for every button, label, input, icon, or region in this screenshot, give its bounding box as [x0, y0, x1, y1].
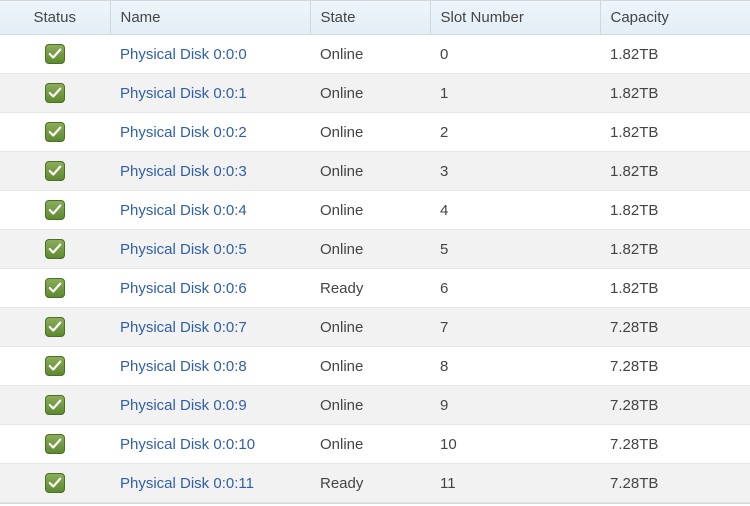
checkmark-icon	[45, 278, 65, 298]
checkmark-icon	[45, 434, 65, 454]
disk-slot-number: 7	[430, 308, 600, 347]
disk-slot-number: 4	[430, 191, 600, 230]
status-cell	[0, 113, 110, 152]
disk-name-link[interactable]: Physical Disk 0:0:11	[110, 464, 310, 503]
checkmark-icon	[45, 317, 65, 337]
column-header-name[interactable]: Name	[110, 1, 310, 35]
table-row[interactable]: Physical Disk 0:0:1Online11.82TB	[0, 74, 750, 113]
status-cell	[0, 386, 110, 425]
disk-name-link[interactable]: Physical Disk 0:0:4	[110, 191, 310, 230]
disk-name-link[interactable]: Physical Disk 0:0:1	[110, 74, 310, 113]
status-cell	[0, 191, 110, 230]
disk-name-link[interactable]: Physical Disk 0:0:5	[110, 230, 310, 269]
disk-slot-number: 2	[430, 113, 600, 152]
table-row[interactable]: Physical Disk 0:0:10Online107.28TB	[0, 425, 750, 464]
disk-capacity: 1.82TB	[600, 152, 750, 191]
disk-state: Online	[310, 152, 430, 191]
disk-capacity: 1.82TB	[600, 191, 750, 230]
disk-name-link[interactable]: Physical Disk 0:0:10	[110, 425, 310, 464]
disk-capacity: 1.82TB	[600, 74, 750, 113]
table-row[interactable]: Physical Disk 0:0:2Online21.82TB	[0, 113, 750, 152]
disk-name-link[interactable]: Physical Disk 0:0:7	[110, 308, 310, 347]
checkmark-icon	[45, 83, 65, 103]
disk-name-link[interactable]: Physical Disk 0:0:9	[110, 386, 310, 425]
column-header-capacity[interactable]: Capacity	[600, 1, 750, 35]
disk-slot-number: 0	[430, 35, 600, 74]
checkmark-icon	[45, 200, 65, 220]
status-cell	[0, 230, 110, 269]
disk-slot-number: 1	[430, 74, 600, 113]
status-cell	[0, 425, 110, 464]
disk-capacity: 7.28TB	[600, 464, 750, 503]
disk-capacity: 1.82TB	[600, 230, 750, 269]
disk-state: Online	[310, 35, 430, 74]
disk-slot-number: 11	[430, 464, 600, 503]
table-row[interactable]: Physical Disk 0:0:6Ready61.82TB	[0, 269, 750, 308]
disk-state: Ready	[310, 269, 430, 308]
disk-capacity: 1.82TB	[600, 35, 750, 74]
disk-state: Online	[310, 191, 430, 230]
checkmark-icon	[45, 473, 65, 493]
disk-capacity: 1.82TB	[600, 113, 750, 152]
status-cell	[0, 464, 110, 503]
disk-capacity: 7.28TB	[600, 386, 750, 425]
table-row[interactable]: Physical Disk 0:0:4Online41.82TB	[0, 191, 750, 230]
disk-capacity: 1.82TB	[600, 269, 750, 308]
disk-state: Online	[310, 386, 430, 425]
table-row[interactable]: Physical Disk 0:0:7Online77.28TB	[0, 308, 750, 347]
checkmark-icon	[45, 239, 65, 259]
checkmark-icon	[45, 44, 65, 64]
disk-state: Online	[310, 347, 430, 386]
status-cell	[0, 35, 110, 74]
status-cell	[0, 269, 110, 308]
disk-state: Online	[310, 74, 430, 113]
disk-state: Online	[310, 308, 430, 347]
checkmark-icon	[45, 161, 65, 181]
physical-disks-table: Status Name State Slot Number Capacity P…	[0, 1, 750, 503]
table-row[interactable]: Physical Disk 0:0:3Online31.82TB	[0, 152, 750, 191]
disk-slot-number: 5	[430, 230, 600, 269]
disk-state: Online	[310, 230, 430, 269]
disk-slot-number: 10	[430, 425, 600, 464]
disk-slot-number: 6	[430, 269, 600, 308]
table-row[interactable]: Physical Disk 0:0:9Online97.28TB	[0, 386, 750, 425]
disk-state: Ready	[310, 464, 430, 503]
disk-slot-number: 8	[430, 347, 600, 386]
checkmark-icon	[45, 122, 65, 142]
table-row[interactable]: Physical Disk 0:0:8Online87.28TB	[0, 347, 750, 386]
disk-slot-number: 9	[430, 386, 600, 425]
table-row[interactable]: Physical Disk 0:0:11Ready117.28TB	[0, 464, 750, 503]
table-header-row: Status Name State Slot Number Capacity	[0, 1, 750, 35]
checkmark-icon	[45, 395, 65, 415]
status-cell	[0, 308, 110, 347]
disk-name-link[interactable]: Physical Disk 0:0:6	[110, 269, 310, 308]
status-cell	[0, 74, 110, 113]
disk-name-link[interactable]: Physical Disk 0:0:0	[110, 35, 310, 74]
disk-state: Online	[310, 113, 430, 152]
disk-capacity: 7.28TB	[600, 425, 750, 464]
column-header-state[interactable]: State	[310, 1, 430, 35]
disk-slot-number: 3	[430, 152, 600, 191]
disk-capacity: 7.28TB	[600, 347, 750, 386]
disk-name-link[interactable]: Physical Disk 0:0:3	[110, 152, 310, 191]
status-cell	[0, 347, 110, 386]
table-row[interactable]: Physical Disk 0:0:5Online51.82TB	[0, 230, 750, 269]
status-cell	[0, 152, 110, 191]
disk-state: Online	[310, 425, 430, 464]
disk-capacity: 7.28TB	[600, 308, 750, 347]
column-header-slot[interactable]: Slot Number	[430, 1, 600, 35]
disk-name-link[interactable]: Physical Disk 0:0:2	[110, 113, 310, 152]
disk-name-link[interactable]: Physical Disk 0:0:8	[110, 347, 310, 386]
column-header-status[interactable]: Status	[0, 1, 110, 35]
checkmark-icon	[45, 356, 65, 376]
table-row[interactable]: Physical Disk 0:0:0Online01.82TB	[0, 35, 750, 74]
